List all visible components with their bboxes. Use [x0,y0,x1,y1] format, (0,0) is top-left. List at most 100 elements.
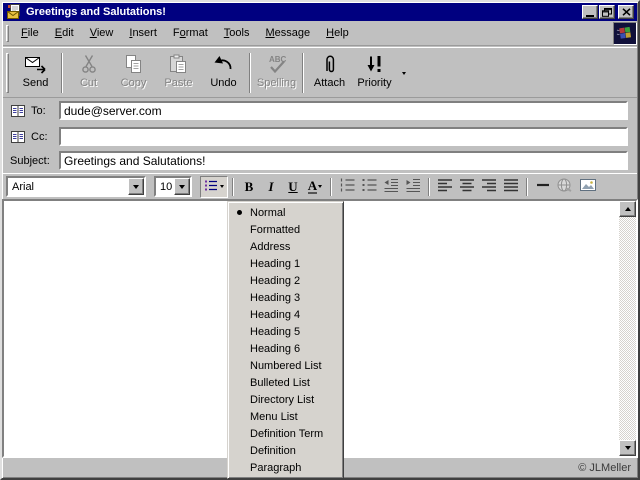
style-dropdown-menu: Normal Formatted Address Heading 1 Heading 2… [227,201,344,479]
underline-button[interactable]: U [282,176,304,198]
style-menu-item-label: Formatted [250,223,301,236]
insert-picture-button[interactable] [576,176,600,198]
italic-button[interactable]: I [260,176,282,198]
scroll-up-button[interactable] [619,201,636,217]
align-left-icon [437,177,453,196]
cc-label: Cc: [31,131,48,143]
align-left-button[interactable] [434,176,456,198]
style-menu-item-heading-4[interactable]: Heading 4 [228,306,343,323]
style-menu-item-label: Numbered List [250,359,322,372]
style-menu-item-heading-5[interactable]: Heading 5 [228,323,343,340]
bold-button[interactable]: B [238,176,260,198]
align-center-button[interactable] [456,176,478,198]
toolbar-button-label: Paste [164,77,193,89]
style-menu-item-heading-6[interactable]: Heading 6 [228,340,343,357]
align-right-button[interactable] [478,176,500,198]
menu-item-help[interactable]: Help [318,24,357,42]
separator [232,177,234,196]
chevron-down-icon [133,184,139,189]
style-menu-item-address[interactable]: Address [228,238,343,255]
close-button[interactable] [618,5,634,19]
menu-item-file[interactable]: File [13,24,47,42]
style-menu-item-paragraph[interactable]: Paragraph [228,459,343,476]
toolbar-overflow-button[interactable] [397,51,411,95]
menu-item-edit[interactable]: Edit [47,24,82,42]
style-menu-item-label: Heading 3 [250,291,301,304]
align-center-icon [459,177,475,196]
decrease-indent-button[interactable] [380,176,402,198]
credit-text: © JLMeller [578,462,631,474]
chevron-down-icon [220,185,224,188]
new-message-icon [6,4,22,20]
toolbar-button-label: Spelling [256,77,297,89]
toolbar-buttons: Send Cut Copy Paste Undo ABC Spelling Attach Pri… [13,51,411,95]
menu-item-insert[interactable]: Insert [121,24,165,42]
style-menu-item-label: Bulleted List [250,376,310,389]
address-book-icon[interactable] [10,104,26,118]
style-menu-item-heading-3[interactable]: Heading 3 [228,289,343,306]
priority-button[interactable]: Priority [352,51,397,95]
toolbar-grip[interactable] [6,53,9,93]
font-color-button[interactable]: A [304,176,326,198]
style-menu-item-normal[interactable]: Normal [228,204,343,221]
font-family-select[interactable]: Arial [6,176,146,197]
horizontal-line-button[interactable] [532,176,554,198]
menu-items: File Edit View Insert Format Tools Message Help [13,24,357,42]
separator [302,53,304,93]
copy-button[interactable]: Copy [111,51,156,95]
numbered-list-button[interactable] [336,176,358,198]
font-family-dropdown-button[interactable] [128,178,144,195]
spelling-button[interactable]: ABC Spelling [254,51,299,95]
scroll-down-button[interactable] [619,440,636,456]
font-family-value: Arial [12,180,35,193]
style-menu-item-directory-list[interactable]: Directory List [228,391,343,408]
minimize-button[interactable] [582,5,598,19]
font-size-select[interactable]: 10 [154,176,192,197]
font-size-value: 10 [160,180,173,193]
cc-input[interactable] [61,129,626,144]
restore-button[interactable] [599,5,615,19]
style-menu-item-formatted[interactable]: Formatted [228,221,343,238]
style-menu-item-definition[interactable]: Definition [228,442,343,459]
bulleted-list-button[interactable] [358,176,380,198]
justify-icon [503,177,519,196]
menu-item-format[interactable]: Format [165,24,216,42]
attach-button[interactable]: Attach [307,51,352,95]
decrease-indent-icon [383,177,399,196]
insert-hyperlink-button[interactable] [554,176,576,198]
style-menu-item-label: Normal [250,206,286,219]
toolbar-button-label: Copy [120,77,147,89]
menu-item-view[interactable]: View [82,24,122,42]
toolbar-button-label: Undo [210,77,237,89]
style-menu-item-label: Heading 1 [250,257,301,270]
cut-button[interactable]: Cut [66,51,111,95]
style-menu-item-heading-2[interactable]: Heading 2 [228,272,343,289]
toolbar-button-label: Send [22,77,49,89]
subject-input[interactable] [61,153,626,168]
horizontal-line-icon [535,177,551,196]
style-menu-item-bulleted-list[interactable]: Bulleted List [228,374,343,391]
titlebar[interactable]: Greetings and Salutations! [3,3,637,21]
address-book-icon[interactable] [10,130,26,144]
to-field [59,101,628,120]
style-menu-item-numbered-list[interactable]: Numbered List [228,357,343,374]
menu-item-message[interactable]: Message [257,24,318,42]
undo-button[interactable]: Undo [201,51,246,95]
style-menu-item-definition-term[interactable]: Definition Term [228,425,343,442]
style-menu-item-menu-list[interactable]: Menu List [228,408,343,425]
menu-item-tools[interactable]: Tools [216,24,258,42]
style-menu-item-label: Directory List [250,393,315,406]
menubar-grip[interactable] [6,24,9,42]
picture-icon [579,177,597,196]
justify-button[interactable] [500,176,522,198]
increase-indent-button[interactable] [402,176,424,198]
font-size-dropdown-button[interactable] [174,178,190,195]
style-menu-item-heading-1[interactable]: Heading 1 [228,255,343,272]
send-button[interactable]: Send [13,51,58,95]
priority-icon [363,54,387,75]
to-row: To: [2,101,638,121]
style-menu-item-label: Heading 5 [250,325,301,338]
to-input[interactable] [61,103,626,118]
paragraph-style-button[interactable] [200,175,228,198]
paste-button[interactable]: Paste [156,51,201,95]
